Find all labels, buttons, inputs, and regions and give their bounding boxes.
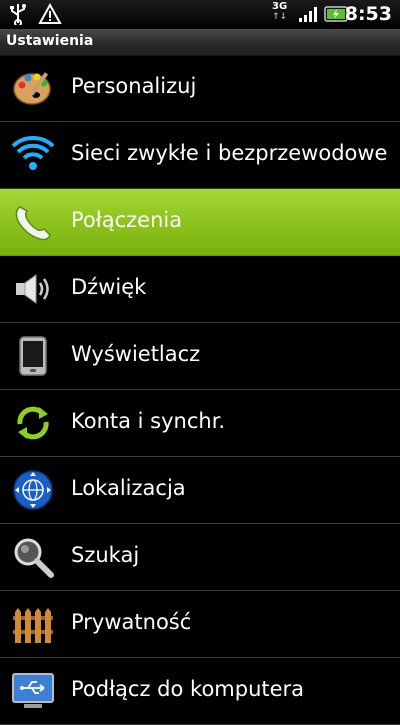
- settings-item-search[interactable]: Szukaj: [0, 524, 400, 591]
- status-bar: 3G ↑↓ 8:53: [0, 0, 400, 29]
- network-type-label: 3G ↑↓: [272, 1, 288, 23]
- display-phone-icon: [19, 336, 47, 376]
- signal-icon: [299, 7, 317, 22]
- location-globe-icon: [13, 470, 53, 510]
- page-title: Ustawienia: [6, 33, 94, 49]
- settings-item-label: Dźwięk: [71, 275, 147, 299]
- fence-icon: [13, 608, 53, 643]
- settings-item-privacy[interactable]: Prywatność: [0, 591, 400, 658]
- settings-item-wireless-networks[interactable]: Sieci zwykłe i bezprzewodowe: [0, 122, 400, 189]
- settings-item-label: Prywatność: [71, 610, 192, 634]
- settings-item-sound[interactable]: Dźwięk: [0, 256, 400, 323]
- settings-item-label: Szukaj: [71, 543, 140, 567]
- settings-item-label: Lokalizacja: [71, 476, 186, 500]
- settings-item-label: Sieci zwykłe i bezprzewodowe: [71, 141, 388, 165]
- settings-item-location[interactable]: Lokalizacja: [0, 457, 400, 524]
- sync-icon: [17, 406, 49, 440]
- settings-item-label: Wyświetlacz: [71, 342, 201, 366]
- wireless-icon: [12, 136, 54, 170]
- usb-icon: [10, 4, 26, 25]
- speaker-icon: [16, 274, 49, 304]
- clock: 8:53: [344, 3, 392, 25]
- settings-item-label: Połączenia: [71, 208, 183, 232]
- settings-item-connect-to-pc[interactable]: Podłącz do komputera: [0, 658, 400, 725]
- title-bar: Ustawienia: [0, 29, 400, 56]
- settings-item-label: Podłącz do komputera: [71, 677, 305, 701]
- warning-icon: [38, 3, 62, 24]
- settings-item-personalize[interactable]: Personalizuj: [0, 55, 400, 122]
- settings-list: Personalizuj Sieci zwykłe i bezprzewodow…: [0, 55, 400, 725]
- settings-item-calls[interactable]: Połączenia: [0, 189, 400, 256]
- settings-item-display[interactable]: Wyświetlacz: [0, 323, 400, 390]
- settings-item-accounts-sync[interactable]: Konta i synchr.: [0, 390, 400, 457]
- settings-item-label: Konta i synchr.: [71, 409, 226, 433]
- phone-handset-icon: [15, 206, 51, 241]
- palette-icon: [13, 72, 51, 105]
- settings-item-label: Personalizuj: [71, 74, 197, 98]
- magnifier-icon: [14, 538, 54, 578]
